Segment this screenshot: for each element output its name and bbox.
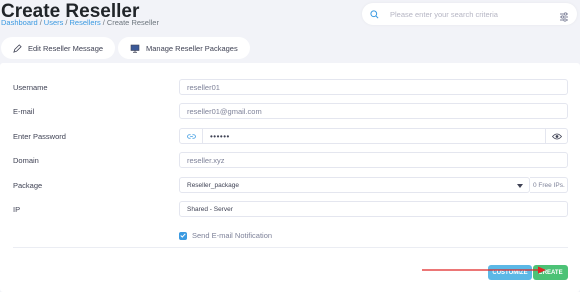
search-icon	[370, 9, 390, 19]
domain-field[interactable]: reseller.xyz	[179, 152, 568, 168]
breadcrumb-separator: /	[65, 18, 68, 27]
monitor-icon	[130, 44, 140, 53]
search-input[interactable]	[390, 9, 550, 19]
breadcrumb-resellers[interactable]: Resellers	[69, 18, 100, 27]
package-select[interactable]: Reseller_package	[179, 177, 530, 193]
eye-icon[interactable]	[545, 129, 567, 143]
ip-select[interactable]: Shared - Server	[179, 201, 568, 217]
breadcrumb: Dashboard / Users / Resellers / Create Reselle…	[1, 18, 159, 27]
password-label: Enter Password	[13, 131, 66, 141]
breadcrumb-separator: /	[39, 18, 42, 27]
password-row: Enter Password ••••••	[13, 128, 568, 144]
ip-value: Shared - Server	[187, 205, 233, 213]
ip-row: IP Shared - Server	[13, 201, 568, 217]
domain-label: Domain	[13, 155, 39, 165]
breadcrumb-current: Create Reseller	[106, 18, 159, 27]
package-label: Package	[13, 180, 43, 190]
package-row: Package Reseller_package 0 Free IPs.	[13, 177, 568, 193]
search-box	[362, 3, 577, 25]
username-row: Username reseller01	[13, 79, 568, 95]
breadcrumb-separator: /	[102, 18, 105, 27]
username-field[interactable]: reseller01	[179, 79, 568, 95]
send-email-label: Send E-mail Notification	[192, 231, 273, 240]
password-field[interactable]: ••••••	[179, 128, 568, 144]
email-row: E-mail reseller01@gmail.com	[13, 103, 568, 119]
send-email-notification[interactable]: Send E-mail Notification	[179, 231, 272, 240]
tab-label: Manage Reseller Packages	[146, 43, 238, 53]
manage-reseller-packages-button[interactable]: Manage Reseller Packages	[118, 37, 250, 59]
pencil-icon	[13, 43, 22, 53]
breadcrumb-users[interactable]: Users	[44, 18, 64, 27]
domain-row: Domain reseller.xyz	[13, 152, 568, 168]
generate-password-icon[interactable]	[180, 129, 203, 143]
annotation-arrow	[422, 266, 546, 274]
package-value: Reseller_package	[187, 181, 240, 189]
password-value: ••••••	[210, 131, 230, 141]
tab-label: Edit Reseller Message	[28, 43, 104, 53]
username-label: Username	[13, 82, 48, 92]
edit-reseller-message-button[interactable]: Edit Reseller Message	[1, 37, 116, 59]
form-divider	[13, 247, 568, 248]
email-label: E-mail	[13, 106, 35, 116]
chevron-down-icon	[517, 183, 523, 190]
free-ips-addon: 0 Free IPs.	[530, 177, 568, 193]
email-field[interactable]: reseller01@gmail.com	[179, 103, 568, 119]
send-email-checkbox[interactable]	[179, 231, 187, 240]
ip-label: IP	[13, 204, 21, 214]
breadcrumb-dashboard[interactable]: Dashboard	[1, 18, 38, 27]
filter-icon[interactable]	[559, 9, 569, 27]
